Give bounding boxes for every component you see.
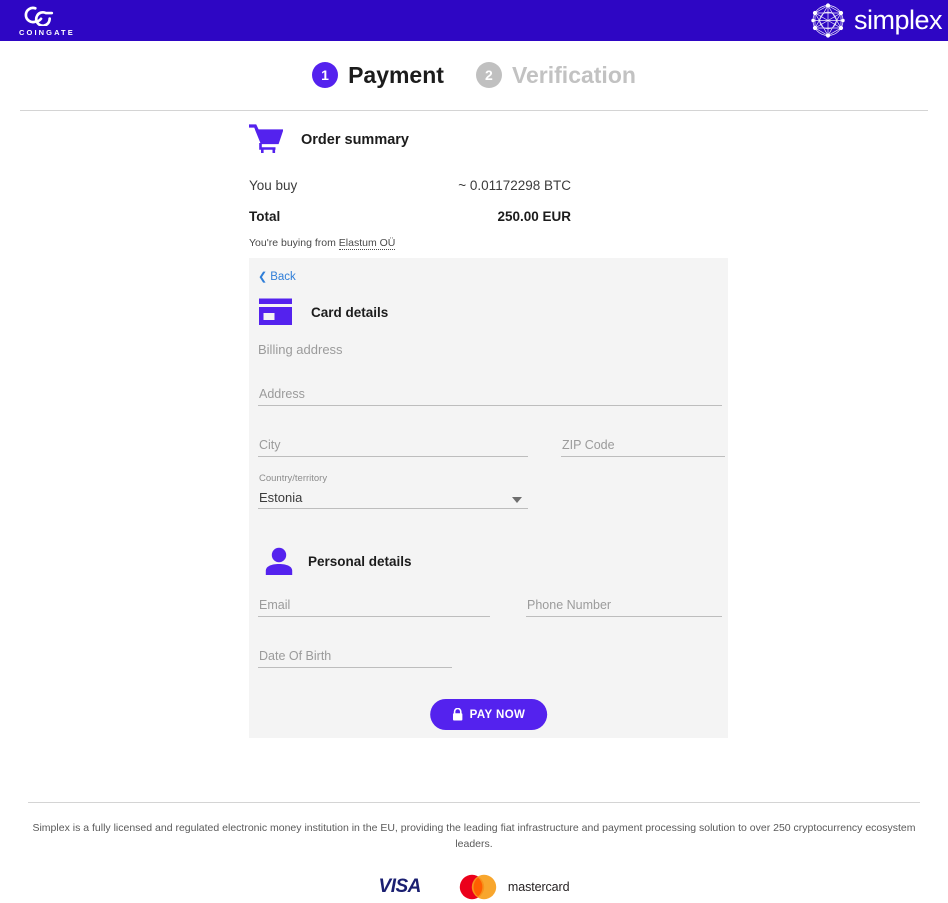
date-of-birth-placeholder: Date Of Birth: [259, 649, 332, 663]
footer-divider: [28, 802, 920, 803]
summary-you-buy-value: ~ 0.01172298 BTC: [458, 178, 571, 193]
personal-details-title: Personal details: [308, 553, 412, 569]
coingate-cg-mark-icon: [24, 6, 54, 26]
merchant-prefix: You're buying from: [249, 237, 339, 249]
back-button[interactable]: ❮ Back: [258, 271, 296, 283]
summary-total-value: 250.00 EUR: [497, 209, 571, 224]
summary-row-total: Total 250.00 EUR: [249, 209, 729, 224]
step-payment[interactable]: 1 Payment: [312, 62, 444, 89]
country-value: Estonia: [259, 490, 303, 505]
address-placeholder: Address: [259, 387, 305, 401]
summary-row-you-buy: You buy ~ 0.01172298 BTC: [249, 178, 729, 193]
chevron-down-icon[interactable]: [512, 497, 522, 503]
step-verification-number: 2: [475, 62, 502, 88]
accepted-cards: VISA mastercard: [0, 874, 948, 900]
step-verification-label: Verification: [511, 61, 636, 88]
address-underline: [258, 405, 722, 406]
step-payment-number: 1: [312, 62, 339, 88]
back-label: Back: [270, 271, 296, 283]
mastercard-wordmark: mastercard: [507, 880, 570, 894]
zip-code-input[interactable]: ZIP Code: [561, 435, 725, 457]
email-input[interactable]: Email: [258, 595, 490, 617]
card-details-header: Card details: [258, 298, 388, 326]
step-payment-label: Payment: [348, 61, 444, 88]
merchant-name[interactable]: Elastum OÜ: [338, 237, 396, 250]
billing-address-label: Billing address: [258, 342, 343, 357]
step-verification[interactable]: 2 Verification: [475, 61, 636, 89]
email-underline: [258, 616, 490, 617]
chevron-left-icon: ❮: [258, 270, 268, 283]
summary-total-label: Total: [249, 209, 281, 224]
personal-details-header: Personal details: [265, 546, 412, 576]
date-of-birth-underline: [258, 667, 452, 668]
city-input[interactable]: City: [258, 435, 528, 457]
brand-header: COINGATE simplex: [0, 0, 948, 41]
address-input[interactable]: Address: [258, 384, 722, 406]
credit-card-icon: [259, 298, 292, 325]
visa-logo: VISA: [378, 876, 422, 897]
pay-now-label: PAY NOW: [469, 708, 526, 721]
zip-code-placeholder: ZIP Code: [562, 438, 615, 452]
lock-icon: [452, 708, 462, 721]
shopping-cart-icon: [249, 124, 283, 153]
step-indicator: 1 Payment 2 Verification: [0, 41, 948, 109]
zip-code-underline: [561, 456, 725, 457]
simplex-wordmark: simplex: [853, 5, 943, 35]
order-summary-title: Order summary: [301, 132, 409, 148]
order-summary-header: Order summary: [249, 118, 729, 162]
date-of-birth-input[interactable]: Date Of Birth: [258, 646, 452, 668]
city-placeholder: City: [259, 438, 281, 452]
pay-now-button[interactable]: PAY NOW: [429, 699, 548, 730]
order-summary: Order summary You buy ~ 0.01172298 BTC T…: [249, 118, 729, 250]
email-placeholder: Email: [259, 598, 291, 612]
phone-number-underline: [526, 616, 722, 617]
merchant-line: You're buying from Elastum OÜ: [249, 237, 729, 250]
phone-number-placeholder: Phone Number: [527, 598, 612, 612]
header-divider: [20, 110, 928, 111]
country-underline: [258, 508, 528, 509]
mastercard-circles-icon: [459, 874, 497, 900]
phone-number-input[interactable]: Phone Number: [526, 595, 722, 617]
simplex-network-mark-icon: [811, 3, 845, 38]
coingate-wordmark: COINGATE: [19, 28, 75, 37]
person-icon: [265, 547, 293, 575]
country-select[interactable]: Country/territory Estonia: [258, 473, 528, 509]
coingate-logo[interactable]: COINGATE: [18, 4, 75, 37]
city-underline: [258, 456, 528, 457]
summary-you-buy-label: You buy: [249, 178, 298, 193]
country-label: Country/territory: [259, 473, 328, 484]
payment-form-panel: ❮ Back Card details Billing address Addr…: [249, 258, 728, 738]
payment-page: COINGATE simplex 1 Payment 2 Verificatio…: [0, 0, 948, 903]
footer-disclaimer: Simplex is a fully licensed and regulate…: [32, 822, 916, 851]
simplex-logo[interactable]: simplex: [806, 0, 943, 41]
mastercard-logo: mastercard: [457, 874, 570, 900]
card-details-title: Card details: [311, 304, 389, 320]
